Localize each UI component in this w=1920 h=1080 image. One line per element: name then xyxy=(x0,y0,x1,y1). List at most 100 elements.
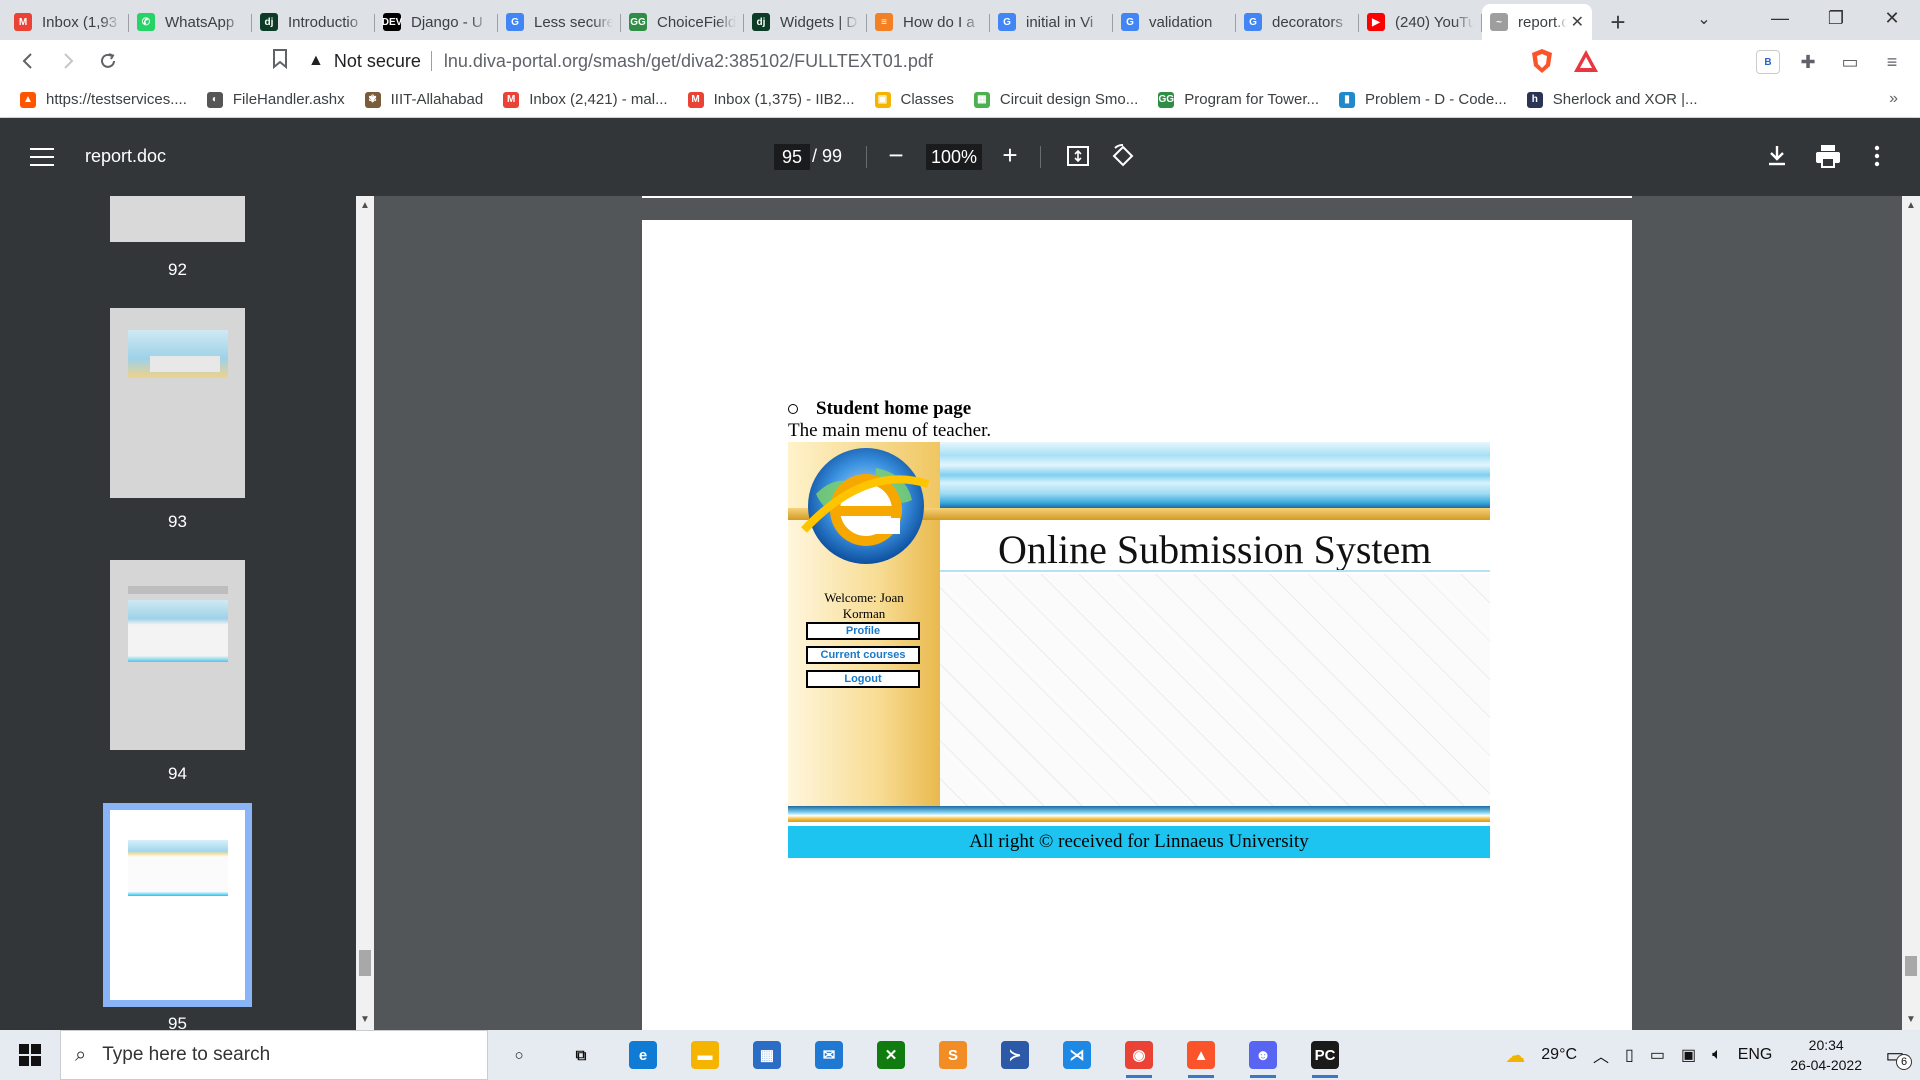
browser-tab[interactable]: M Inbox (1,93 xyxy=(6,4,129,40)
download-icon[interactable] xyxy=(1764,143,1790,169)
address-bar[interactable]: ▲ Not secure lnu.diva-portal.org/smash/g… xyxy=(308,44,1528,78)
tab-title: Django - U xyxy=(411,13,483,31)
section-heading: Student home page xyxy=(816,398,972,419)
close-window-button[interactable]: ✕ xyxy=(1864,0,1920,36)
fit-to-page-icon[interactable] xyxy=(1066,144,1090,168)
notification-center-icon[interactable]: ▭ 6 xyxy=(1880,1040,1912,1070)
chrome-taskbar-button[interactable]: ◉ xyxy=(1108,1030,1170,1080)
tray-expand-icon[interactable]: ︿ xyxy=(1593,1043,1609,1067)
browser-tab[interactable]: ~ report.d ✕ xyxy=(1482,4,1592,40)
reload-button[interactable] xyxy=(90,43,126,79)
bookmark-item[interactable]: ▲ https://testservices.... xyxy=(20,91,187,108)
tab-title: report.d xyxy=(1518,13,1567,31)
browser-menu-icon[interactable]: ≡ xyxy=(1880,50,1904,74)
language-indicator[interactable]: ENG xyxy=(1738,1046,1773,1064)
network-device-icon[interactable]: ▯ xyxy=(1625,1045,1634,1065)
bookmark-item[interactable]: ▮ Problem - D - Code... xyxy=(1339,91,1507,108)
bookmark-item[interactable]: ✾ IIIT-Allahabad xyxy=(364,91,483,108)
taskbar-search[interactable]: ⌕ Type here to search xyxy=(60,1030,488,1080)
bookmark-icon[interactable] xyxy=(272,49,288,75)
scroll-up-icon[interactable]: ▲ xyxy=(1906,200,1916,211)
tab-close-icon[interactable]: ✕ xyxy=(1571,12,1584,32)
tab-search-icon[interactable]: ⌄ xyxy=(1686,4,1722,34)
start-button[interactable] xyxy=(0,1030,60,1080)
sidebar-menu-icon[interactable] xyxy=(28,144,56,170)
brave-shield-icon[interactable] xyxy=(1530,48,1554,74)
volume-icon[interactable]: 🔈︎ xyxy=(1712,1046,1722,1064)
zoom-input[interactable]: 100% xyxy=(926,144,982,170)
browser-tab[interactable]: dj Introductio xyxy=(252,4,375,40)
browser-tab[interactable]: Gdecorators xyxy=(1236,4,1359,40)
weather-temp[interactable]: 29°C xyxy=(1541,1046,1577,1064)
sublime-taskbar-button[interactable]: S xyxy=(922,1030,984,1080)
browser-tab[interactable]: Ginitial in Vi xyxy=(990,4,1113,40)
warning-icon[interactable]: ▲ xyxy=(308,52,324,70)
bookmark-item[interactable]: ◐ FileHandler.ashx xyxy=(206,91,345,108)
bookmark-item[interactable]: GG Program for Tower... xyxy=(1158,91,1319,108)
battery-icon[interactable]: ▭ xyxy=(1650,1045,1665,1065)
security-label[interactable]: Not secure xyxy=(334,51,421,72)
footer-text: All right © received for Linnaeus Univer… xyxy=(788,826,1490,858)
thumbnail-page-93[interactable] xyxy=(110,308,245,498)
pycharm-taskbar-button[interactable]: PC xyxy=(1294,1030,1356,1080)
xbox-taskbar-button[interactable]: ✕ xyxy=(860,1030,922,1080)
browser-tab[interactable]: G Less secure xyxy=(498,4,621,40)
wallet-icon[interactable]: ▭ xyxy=(1838,50,1862,74)
browser-tab[interactable]: ✆ WhatsApp xyxy=(129,4,252,40)
file-explorer-taskbar-button[interactable]: ▬ xyxy=(674,1030,736,1080)
bookmark-item[interactable]: M Inbox (2,421) - mal... xyxy=(503,91,668,108)
circuit-icon: ▦ xyxy=(973,91,990,108)
main-scrollbar[interactable]: ▲ ▼ xyxy=(1902,196,1920,1030)
brave-rewards-icon[interactable] xyxy=(1572,48,1600,74)
zoom-out-button[interactable]: − xyxy=(884,142,908,168)
scroll-down-icon[interactable]: ▼ xyxy=(360,1014,370,1025)
scroll-up-icon[interactable]: ▲ xyxy=(360,200,370,211)
back-button[interactable] xyxy=(10,43,46,79)
previous-page xyxy=(642,196,1632,198)
pycharm-icon: PC xyxy=(1311,1041,1339,1069)
bookmarks-overflow-icon[interactable]: » xyxy=(1889,90,1898,108)
sidebar-scrollbar[interactable]: ▲ ▼ xyxy=(356,196,374,1030)
more-options-icon[interactable] xyxy=(1872,143,1882,169)
clock[interactable]: 20:34 26-04-2022 xyxy=(1790,1035,1862,1075)
powershell-taskbar-button[interactable]: ≻ xyxy=(984,1030,1046,1080)
minimize-button[interactable]: — xyxy=(1752,0,1808,36)
weather-icon[interactable]: ☁ xyxy=(1505,1043,1525,1068)
mail-taskbar-button[interactable]: ✉ xyxy=(798,1030,860,1080)
browser-tab[interactable]: GG ChoiceField xyxy=(621,4,744,40)
bookmark-item[interactable]: h Sherlock and XOR |... xyxy=(1526,91,1698,108)
scrollbar-thumb[interactable] xyxy=(1905,956,1917,976)
rotate-icon[interactable] xyxy=(1110,143,1136,169)
browser-tab[interactable]: DEV Django - U xyxy=(375,4,498,40)
browser-tab[interactable]: Gvalidation xyxy=(1113,4,1236,40)
zoom-in-button[interactable]: + xyxy=(998,142,1022,168)
mail-icon: ✉ xyxy=(815,1041,843,1069)
scrollbar-thumb[interactable] xyxy=(359,950,371,976)
url-text[interactable]: lnu.diva-portal.org/smash/get/diva2:3851… xyxy=(444,51,933,72)
extensions-puzzle-icon[interactable]: ✚ xyxy=(1796,50,1820,74)
vscode-taskbar-button[interactable]: ⋊ xyxy=(1046,1030,1108,1080)
browser-tab[interactable]: dj Widgets | D xyxy=(744,4,867,40)
scroll-down-icon[interactable]: ▼ xyxy=(1906,1014,1916,1025)
store-taskbar-button[interactable]: ▦ xyxy=(736,1030,798,1080)
thumbnail-page-92[interactable] xyxy=(110,196,245,242)
thumbnail-page-95[interactable] xyxy=(103,803,252,1007)
thumbnail-page-94[interactable] xyxy=(110,560,245,750)
bookmark-item[interactable]: M Inbox (1,375) - IIB2... xyxy=(687,91,855,108)
discord-taskbar-button[interactable]: ☻ xyxy=(1232,1030,1294,1080)
restore-button[interactable]: ❐ xyxy=(1808,0,1864,36)
page-number-input[interactable]: 95 xyxy=(774,144,810,170)
browser-tab[interactable]: ≡ How do I a xyxy=(867,4,990,40)
bookmark-item[interactable]: ▣ Classes xyxy=(874,91,954,108)
network-icon[interactable]: ▣ xyxy=(1681,1045,1696,1065)
task-view-taskbar-button[interactable]: ⧉ xyxy=(550,1030,612,1080)
browser-tab[interactable]: ▶ (240) YouTu xyxy=(1359,4,1482,40)
print-icon[interactable] xyxy=(1814,143,1842,169)
brave-taskbar-button[interactable]: ▲ xyxy=(1170,1030,1232,1080)
cortana-taskbar-button[interactable]: ○ xyxy=(488,1030,550,1080)
new-tab-button[interactable]: + xyxy=(1600,4,1636,40)
bookmark-item[interactable]: ▦ Circuit design Smo... xyxy=(973,91,1138,108)
extension-b-icon[interactable]: B xyxy=(1756,50,1780,74)
forward-button[interactable] xyxy=(50,43,86,79)
edge-taskbar-button[interactable]: e xyxy=(612,1030,674,1080)
